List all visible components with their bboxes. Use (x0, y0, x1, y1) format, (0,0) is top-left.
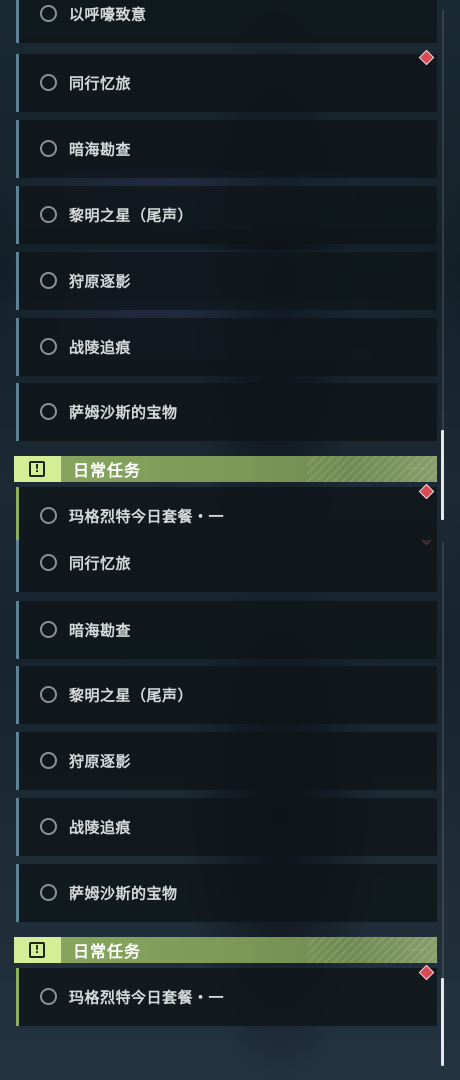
quest-accent-bar (16, 186, 19, 244)
quest-list-panel: 同行忆旅 暗海勘查 黎明之星（尾声） 狩原逐影 战陵追痕 萨姆沙斯的宝物 ! 日… (0, 540, 460, 1080)
empty-circle-icon (40, 74, 57, 91)
quest-accent-bar (16, 798, 19, 856)
empty-circle-icon (40, 686, 57, 703)
quest-item[interactable]: 狩原逐影 (16, 732, 437, 790)
quest-item[interactable]: 以呼嚎致意 (16, 0, 437, 43)
empty-circle-icon (40, 272, 57, 289)
quest-accent-bar (16, 318, 19, 376)
quest-item[interactable]: 同行忆旅 (16, 54, 437, 112)
quest-accent-bar (16, 666, 19, 724)
quest-item[interactable]: 战陵追痕 (16, 798, 437, 856)
quest-item[interactable]: 暗海勘查 (16, 120, 437, 178)
daily-badge: ! (14, 456, 61, 482)
daily-section-header[interactable]: ! 日常任务 ········ ······ (14, 937, 437, 963)
quest-item[interactable]: 战陵追痕 (16, 318, 437, 376)
quest-title: 暗海勘查 (69, 140, 132, 159)
quest-title: 战陵追痕 (69, 818, 132, 837)
empty-circle-icon (40, 752, 57, 769)
quest-item[interactable]: 狩原逐影 (16, 252, 437, 310)
header-fine-print: ········ ······ (407, 466, 427, 472)
empty-circle-icon (40, 884, 57, 901)
quest-title: 同行忆旅 (69, 554, 132, 573)
empty-circle-icon (40, 206, 57, 223)
empty-circle-icon (40, 140, 57, 157)
quest-title: 黎明之星（尾声） (69, 686, 194, 705)
empty-circle-icon (40, 621, 57, 638)
empty-circle-icon (40, 403, 57, 420)
quest-accent-bar (16, 0, 19, 43)
quest-accent-bar (16, 252, 19, 310)
quest-accent-bar (16, 120, 19, 178)
quest-accent-bar (16, 383, 19, 441)
quest-title: 狩原逐影 (69, 752, 132, 771)
quest-accent-bar (16, 732, 19, 790)
empty-circle-icon (40, 554, 57, 571)
quest-title: 黎明之星（尾声） (69, 206, 194, 225)
exclamation-box-icon: ! (29, 461, 45, 477)
daily-badge: ! (14, 937, 61, 963)
quest-title: 萨姆沙斯的宝物 (69, 403, 178, 422)
quest-title: 狩原逐影 (69, 272, 132, 291)
empty-circle-icon (40, 5, 57, 22)
daily-quest-item[interactable]: 玛格烈特今日套餐・一 (16, 968, 437, 1026)
daily-section-header[interactable]: ! 日常任务 ········ ······ (14, 456, 437, 482)
quest-accent-bar (16, 601, 19, 659)
quest-title: 暗海勘查 (69, 621, 132, 640)
quest-item[interactable]: 同行忆旅 (16, 540, 437, 592)
quest-title: 同行忆旅 (69, 74, 132, 93)
header-fine-print: ········ ······ (407, 947, 427, 953)
quest-accent-bar (16, 54, 19, 112)
empty-circle-icon (40, 818, 57, 835)
quest-title: 战陵追痕 (69, 338, 132, 357)
empty-circle-icon (40, 988, 57, 1005)
empty-circle-icon (40, 507, 57, 524)
quest-item[interactable]: 黎明之星（尾声） (16, 666, 437, 724)
empty-circle-icon (40, 338, 57, 355)
section-title: 日常任务 (73, 942, 142, 961)
quest-accent-bar (16, 968, 19, 1026)
scrollbar-thumb[interactable] (441, 978, 444, 1066)
quest-accent-bar (16, 487, 19, 540)
section-title: 日常任务 (73, 461, 142, 480)
daily-quest-item[interactable]: 玛格烈特今日套餐・一 (16, 487, 437, 540)
quest-item[interactable]: 萨姆沙斯的宝物 (16, 864, 437, 922)
quest-title: 以呼嚎致意 (69, 5, 147, 24)
quest-title: 萨姆沙斯的宝物 (69, 884, 178, 903)
quest-item[interactable]: 暗海勘查 (16, 601, 437, 659)
quest-item[interactable]: 黎明之星（尾声） (16, 186, 437, 244)
exclamation-box-icon: ! (29, 942, 45, 958)
quest-title: 玛格烈特今日套餐・一 (69, 988, 225, 1007)
quest-list-panel: 以呼嚎致意 同行忆旅 暗海勘查 黎明之星（尾声） 狩原逐影 战陵追痕 萨姆沙斯的… (0, 0, 460, 540)
scrollbar-thumb[interactable] (441, 430, 444, 520)
quest-accent-bar (16, 864, 19, 922)
quest-title: 玛格烈特今日套餐・一 (69, 507, 225, 526)
quest-item[interactable]: 萨姆沙斯的宝物 (16, 383, 437, 441)
quest-accent-bar (16, 540, 19, 592)
